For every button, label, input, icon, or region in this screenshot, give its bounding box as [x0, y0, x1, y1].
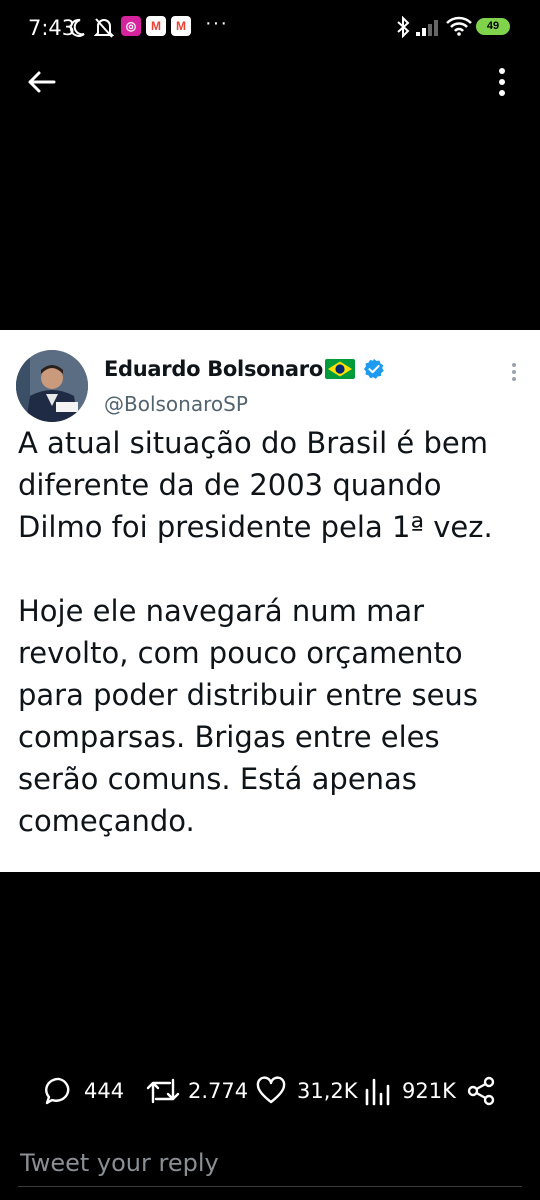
moon-icon [68, 18, 86, 43]
tweet-menu-button[interactable] [504, 360, 524, 384]
view-count: 921K [402, 1079, 456, 1103]
wifi-icon [446, 16, 472, 41]
back-arrow-icon [28, 71, 56, 93]
retweet-icon[interactable] [146, 1076, 180, 1111]
like-count: 31,2K [297, 1079, 358, 1103]
vertical-dots-icon [499, 68, 505, 96]
vertical-dots-icon [512, 363, 516, 381]
status-bar: 7:43 ◎ M M ··· 49 [0, 0, 540, 60]
reply-count: 444 [84, 1079, 125, 1103]
retweet-count: 2.774 [188, 1079, 249, 1103]
author-handle[interactable]: @BolsonaroSP [104, 392, 248, 416]
bluetooth-icon [396, 15, 410, 43]
reply-input[interactable] [18, 1142, 522, 1184]
reply-icon[interactable] [44, 1076, 74, 1111]
tweet-card: Eduardo Bolsonaro @BolsonaroSP A atual s… [0, 330, 540, 872]
verified-badge-icon [363, 358, 384, 379]
like-icon[interactable] [256, 1076, 286, 1111]
tweet-actions: 444 2.774 31,2K 921K [0, 1070, 540, 1110]
share-icon[interactable] [466, 1076, 496, 1111]
author-name[interactable]: Eduardo Bolsonaro [104, 357, 323, 381]
back-button[interactable] [24, 62, 64, 102]
more-notifications-icon: ··· [205, 12, 228, 34]
avatar[interactable] [16, 350, 88, 422]
instagram-icon: ◎ [121, 16, 141, 36]
signal-icon [416, 18, 440, 41]
gmail-icon: M [171, 16, 191, 36]
views-icon[interactable] [364, 1076, 392, 1111]
battery-indicator: 49 [476, 18, 510, 35]
brazil-flag-icon [325, 359, 355, 379]
gmail-icon: M [146, 16, 166, 36]
reply-divider [18, 1186, 522, 1187]
more-options-button[interactable] [488, 62, 516, 102]
author-name-row: Eduardo Bolsonaro [104, 356, 385, 382]
bell-off-icon [93, 17, 115, 44]
tweet-text: A atual situação do Brasil é bem diferen… [18, 426, 493, 838]
